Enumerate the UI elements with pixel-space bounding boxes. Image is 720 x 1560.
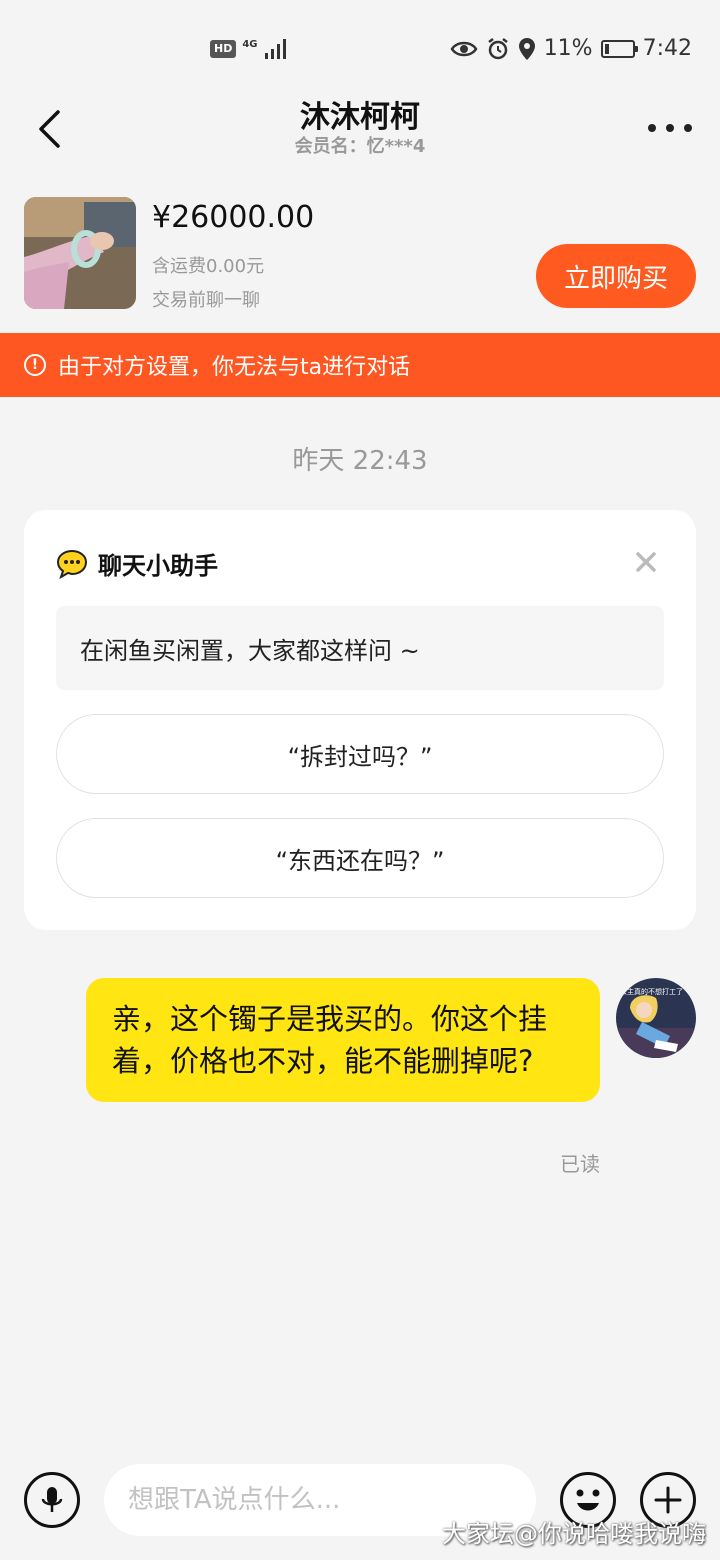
assistant-header: 聊天小助手 xyxy=(56,546,218,581)
more-dot-icon xyxy=(666,124,674,132)
product-card: ¥26000.00 含运费0.00元 交易前聊一聊 立即购买 xyxy=(0,182,720,332)
warning-icon: ! xyxy=(24,354,46,376)
plus-icon xyxy=(654,1486,682,1514)
shipping-fee: 含运费0.00元 xyxy=(152,256,265,277)
page-title: 沐沐柯柯 xyxy=(300,100,420,135)
banner-text: 由于对方设置，你无法与ta进行对话 xyxy=(58,355,411,380)
read-status: 已读 xyxy=(560,1152,600,1176)
more-options-button[interactable] xyxy=(648,116,692,140)
chat-screen: HD 4G 11% 7:42 沐沐柯柯 会员名：忆***4 ¥26000.00 … xyxy=(0,0,720,1560)
assistant-prompt: 在闲鱼买闲置，大家都这样问 ~ xyxy=(56,606,664,690)
blocked-notice-banner: ! 由于对方设置，你无法与ta进行对话 xyxy=(0,333,720,397)
more-dot-icon xyxy=(648,124,656,132)
product-thumbnail[interactable] xyxy=(24,197,136,309)
avatar-caption: 公主真的不想打工了 xyxy=(620,987,683,996)
avatar-image: 公主真的不想打工了 xyxy=(616,978,696,1058)
battery-percent: 11% xyxy=(543,36,593,61)
member-name: 会员名：忆***4 xyxy=(294,136,426,157)
voice-input-button[interactable] xyxy=(24,1472,80,1528)
status-right: 11% 7:42 xyxy=(450,36,692,61)
clock: 7:42 xyxy=(642,36,692,61)
chat-assistant-card: 聊天小助手 在闲鱼买闲置，大家都这样问 ~ “拆封过吗？” “东西还在吗？” xyxy=(24,510,696,930)
chat-header: 沐沐柯柯 会员名：忆***4 xyxy=(0,86,720,172)
assistant-prompt-text: 在闲鱼买闲置，大家都这样问 ~ xyxy=(80,636,420,665)
sent-message-bubble[interactable]: 亲，这个镯子是我买的。你这个挂着，价格也不对，能不能删掉呢? xyxy=(86,978,600,1102)
eye-icon xyxy=(450,41,478,56)
microphone-icon xyxy=(41,1487,63,1512)
hd-badge: HD xyxy=(210,40,237,58)
suggestion-chip[interactable]: “东西还在吗？” xyxy=(56,818,664,898)
status-left: HD 4G xyxy=(210,38,288,60)
alarm-icon xyxy=(487,37,508,59)
more-dot-icon xyxy=(684,124,692,132)
chat-bubble-icon xyxy=(56,549,88,579)
avatar[interactable]: 公主真的不想打工了 xyxy=(616,978,696,1058)
location-icon xyxy=(518,37,535,60)
product-price: ¥26000.00 xyxy=(152,200,315,235)
suggestion-chip[interactable]: “拆封过吗？” xyxy=(56,714,664,794)
buy-now-button[interactable]: 立即购买 xyxy=(536,244,696,308)
network-type: 4G xyxy=(242,38,258,50)
signal-icon xyxy=(264,39,286,59)
close-assistant-button[interactable] xyxy=(630,546,662,578)
watermark: 大家坛@你说哈喽我说嗨 xyxy=(442,1520,706,1548)
battery-icon xyxy=(600,39,638,58)
chat-hint: 交易前聊一聊 xyxy=(152,290,260,311)
message-timestamp: 昨天 22:43 xyxy=(292,446,428,476)
bracelet-photo xyxy=(24,197,136,309)
assistant-title: 聊天小助手 xyxy=(98,552,218,580)
close-icon xyxy=(636,552,656,572)
